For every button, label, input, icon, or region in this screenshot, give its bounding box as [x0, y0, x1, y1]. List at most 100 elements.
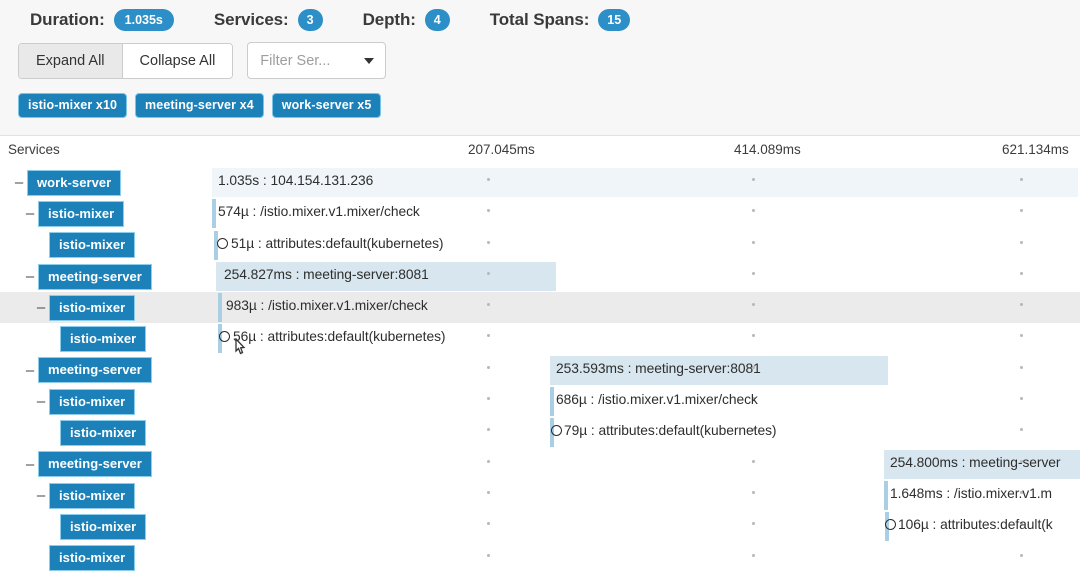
span-service-chip[interactable]: meeting-server: [38, 451, 152, 478]
span-collapse-toggle-icon[interactable]: –: [12, 175, 26, 190]
span-label: 56µ : attributes:default(kubernetes): [233, 329, 446, 345]
span-service-chip[interactable]: work-server: [27, 169, 122, 196]
trace-stat-label: Depth:: [362, 10, 416, 29]
span-point-marker-icon: [219, 331, 230, 343]
timeline-tick-dot: [487, 240, 490, 244]
trace-stat-value: 15: [598, 9, 631, 31]
timeline-tick-label: 414.089ms: [734, 142, 801, 157]
timeline-tick-dot: [487, 303, 490, 307]
timeline-tick-dot: [487, 178, 490, 181]
span-row[interactable]: –istio-mixer 51µ : attributes:default(kub…: [0, 230, 1080, 261]
span-timeline-cell: 1.648ms : /istio.mixer.v1.m: [212, 480, 1080, 511]
span-timeline-cell: 56µ : attributes:default(kubernetes): [212, 323, 1080, 354]
span-label: 254.827ms : meeting-server:8081: [224, 266, 429, 282]
span-row[interactable]: –istio-mixer 106µ : attributes:default(k: [0, 511, 1080, 542]
timeline-tick-dot: [752, 522, 755, 526]
trace-stats-row: Duration: 1.035s Services: 3 Depth: 4 Total Sp…: [0, 0, 1080, 40]
span-collapse-toggle-icon[interactable]: –: [23, 269, 37, 284]
span-service-chip[interactable]: istio-mixer: [60, 326, 147, 353]
span-duration-bar[interactable]: [212, 199, 216, 229]
span-row[interactable]: – meeting-server 253.593ms : meeting-serve…: [0, 355, 1080, 386]
span-row[interactable]: – meeting-server 254.800ms : meeting-serve…: [0, 449, 1080, 480]
expand-collapse-button-group: Expand All Collapse All: [18, 42, 234, 79]
span-row[interactable]: –istio-mixer: [0, 543, 1080, 574]
timeline-tick-dot: [752, 490, 755, 494]
span-service-cell: –istio-mixer: [34, 480, 136, 511]
trace-stat-label: Duration:: [30, 10, 105, 29]
span-row[interactable]: – istio-mixer 574µ : /istio.mixer.v1.mixer…: [0, 198, 1080, 229]
span-label: 574µ : /istio.mixer.v1.mixer/check: [218, 204, 420, 220]
span-row[interactable]: –istio-mixer 56µ : attributes:default(kub…: [0, 323, 1080, 354]
span-service-chip[interactable]: istio-mixer: [38, 200, 125, 227]
service-tag[interactable]: meeting-server x4: [135, 93, 264, 118]
span-label: 983µ : /istio.mixer.v1.mixer/check: [226, 298, 428, 314]
timeline-tick-dot: [1020, 209, 1023, 213]
span-service-chip[interactable]: istio-mixer: [60, 420, 147, 447]
span-service-cell: – meeting-server: [23, 449, 152, 480]
span-service-chip[interactable]: istio-mixer: [49, 232, 136, 259]
span-row[interactable]: – istio-mixer 983µ : /istio.mixer.v1.mixer…: [0, 292, 1080, 324]
span-service-chip[interactable]: istio-mixer: [60, 513, 147, 540]
timeline-tick-dot: [752, 334, 755, 338]
timeline-tick-dot: [752, 240, 755, 244]
expand-all-button[interactable]: Expand All: [19, 43, 122, 78]
timeline-tick-label: 621.134ms: [1002, 142, 1069, 157]
span-row[interactable]: – meeting-server 254.827ms : meeting-serve…: [0, 261, 1080, 292]
span-duration-bar[interactable]: [218, 293, 222, 323]
trace-controls-row: Expand All Collapse All Filter Ser...: [0, 40, 1080, 79]
timeline-tick-dot: [1020, 303, 1023, 307]
span-point-marker-icon: [217, 237, 228, 249]
span-collapse-toggle-icon[interactable]: –: [23, 363, 37, 378]
timeline-tick-dot: [487, 459, 490, 463]
span-service-cell: –istio-mixer: [34, 230, 136, 261]
span-service-chip[interactable]: istio-mixer: [49, 545, 136, 572]
timeline-tick-dot: [752, 209, 755, 213]
timeline-tick-dot: [1020, 553, 1023, 557]
span-row[interactable]: –istio-mixer 79µ : attributes:default(kub…: [0, 417, 1080, 448]
span-service-cell: – work-server: [12, 167, 122, 198]
service-tag-list: istio-mixer x10 meeting-server x4 work-ser…: [0, 79, 1080, 118]
span-collapse-toggle-icon[interactable]: –: [23, 206, 37, 221]
span-service-cell: –istio-mixer: [34, 386, 136, 417]
span-service-cell: –istio-mixer: [23, 198, 125, 229]
span-service-cell: –istio-mixer: [45, 511, 147, 542]
chevron-down-icon: [364, 57, 375, 64]
span-duration-bar[interactable]: [884, 480, 888, 510]
span-collapse-toggle-icon[interactable]: –: [23, 457, 37, 472]
span-service-cell: – meeting-server: [23, 261, 152, 292]
span-service-chip[interactable]: istio-mixer: [49, 482, 136, 509]
span-service-chip[interactable]: istio-mixer: [49, 294, 136, 321]
span-duration-bar[interactable]: [550, 387, 554, 417]
trace-stat: Total Spans: 15: [490, 9, 631, 31]
timeline-tick-dot: [487, 365, 490, 369]
filter-services-select[interactable]: Filter Ser...: [247, 42, 387, 79]
span-point-marker-icon: [551, 425, 562, 437]
span-collapse-toggle-icon[interactable]: –: [34, 300, 48, 315]
span-service-cell: –istio-mixer: [45, 417, 147, 448]
span-collapse-toggle-icon[interactable]: –: [34, 394, 48, 409]
span-timeline-cell: 254.827ms : meeting-server:8081: [212, 261, 1080, 292]
trace-timeline: Services 207.045ms 414.089ms 621.134ms – wo…: [0, 136, 1080, 574]
timeline-tick-dot: [752, 553, 755, 557]
span-label: 686µ : /istio.mixer.v1.mixer/check: [556, 392, 758, 408]
timeline-tick-dot: [487, 334, 490, 338]
span-timeline-cell: 983µ : /istio.mixer.v1.mixer/check: [212, 292, 1080, 323]
timeline-tick-dot: [487, 490, 490, 494]
span-collapse-toggle-icon[interactable]: –: [34, 488, 48, 503]
span-service-chip[interactable]: istio-mixer: [49, 388, 136, 415]
span-timeline-cell: 79µ : attributes:default(kubernetes): [212, 417, 1080, 448]
service-tag[interactable]: work-server x5: [271, 93, 382, 118]
span-row[interactable]: – istio-mixer 686µ : /istio.mixer.v1.mixer…: [0, 386, 1080, 417]
span-service-chip[interactable]: meeting-server: [38, 357, 152, 384]
trace-stat-value: 3: [297, 9, 323, 31]
span-timeline-cell: 253.593ms : meeting-server:8081: [212, 355, 1080, 386]
span-row[interactable]: – istio-mixer 1.648ms : /istio.mixer.v1.m: [0, 480, 1080, 511]
span-label: 254.800ms : meeting-server: [890, 454, 1061, 470]
services-column-header: Services: [8, 142, 60, 157]
service-tag[interactable]: istio-mixer x10: [18, 93, 128, 118]
collapse-all-button[interactable]: Collapse All: [121, 43, 233, 78]
timeline-tick-dot: [487, 209, 490, 213]
span-row[interactable]: – work-server 1.035s : 104.154.131.236: [0, 167, 1080, 198]
span-rows: – work-server 1.035s : 104.154.131.236– ist…: [0, 167, 1080, 574]
span-service-chip[interactable]: meeting-server: [38, 263, 152, 290]
